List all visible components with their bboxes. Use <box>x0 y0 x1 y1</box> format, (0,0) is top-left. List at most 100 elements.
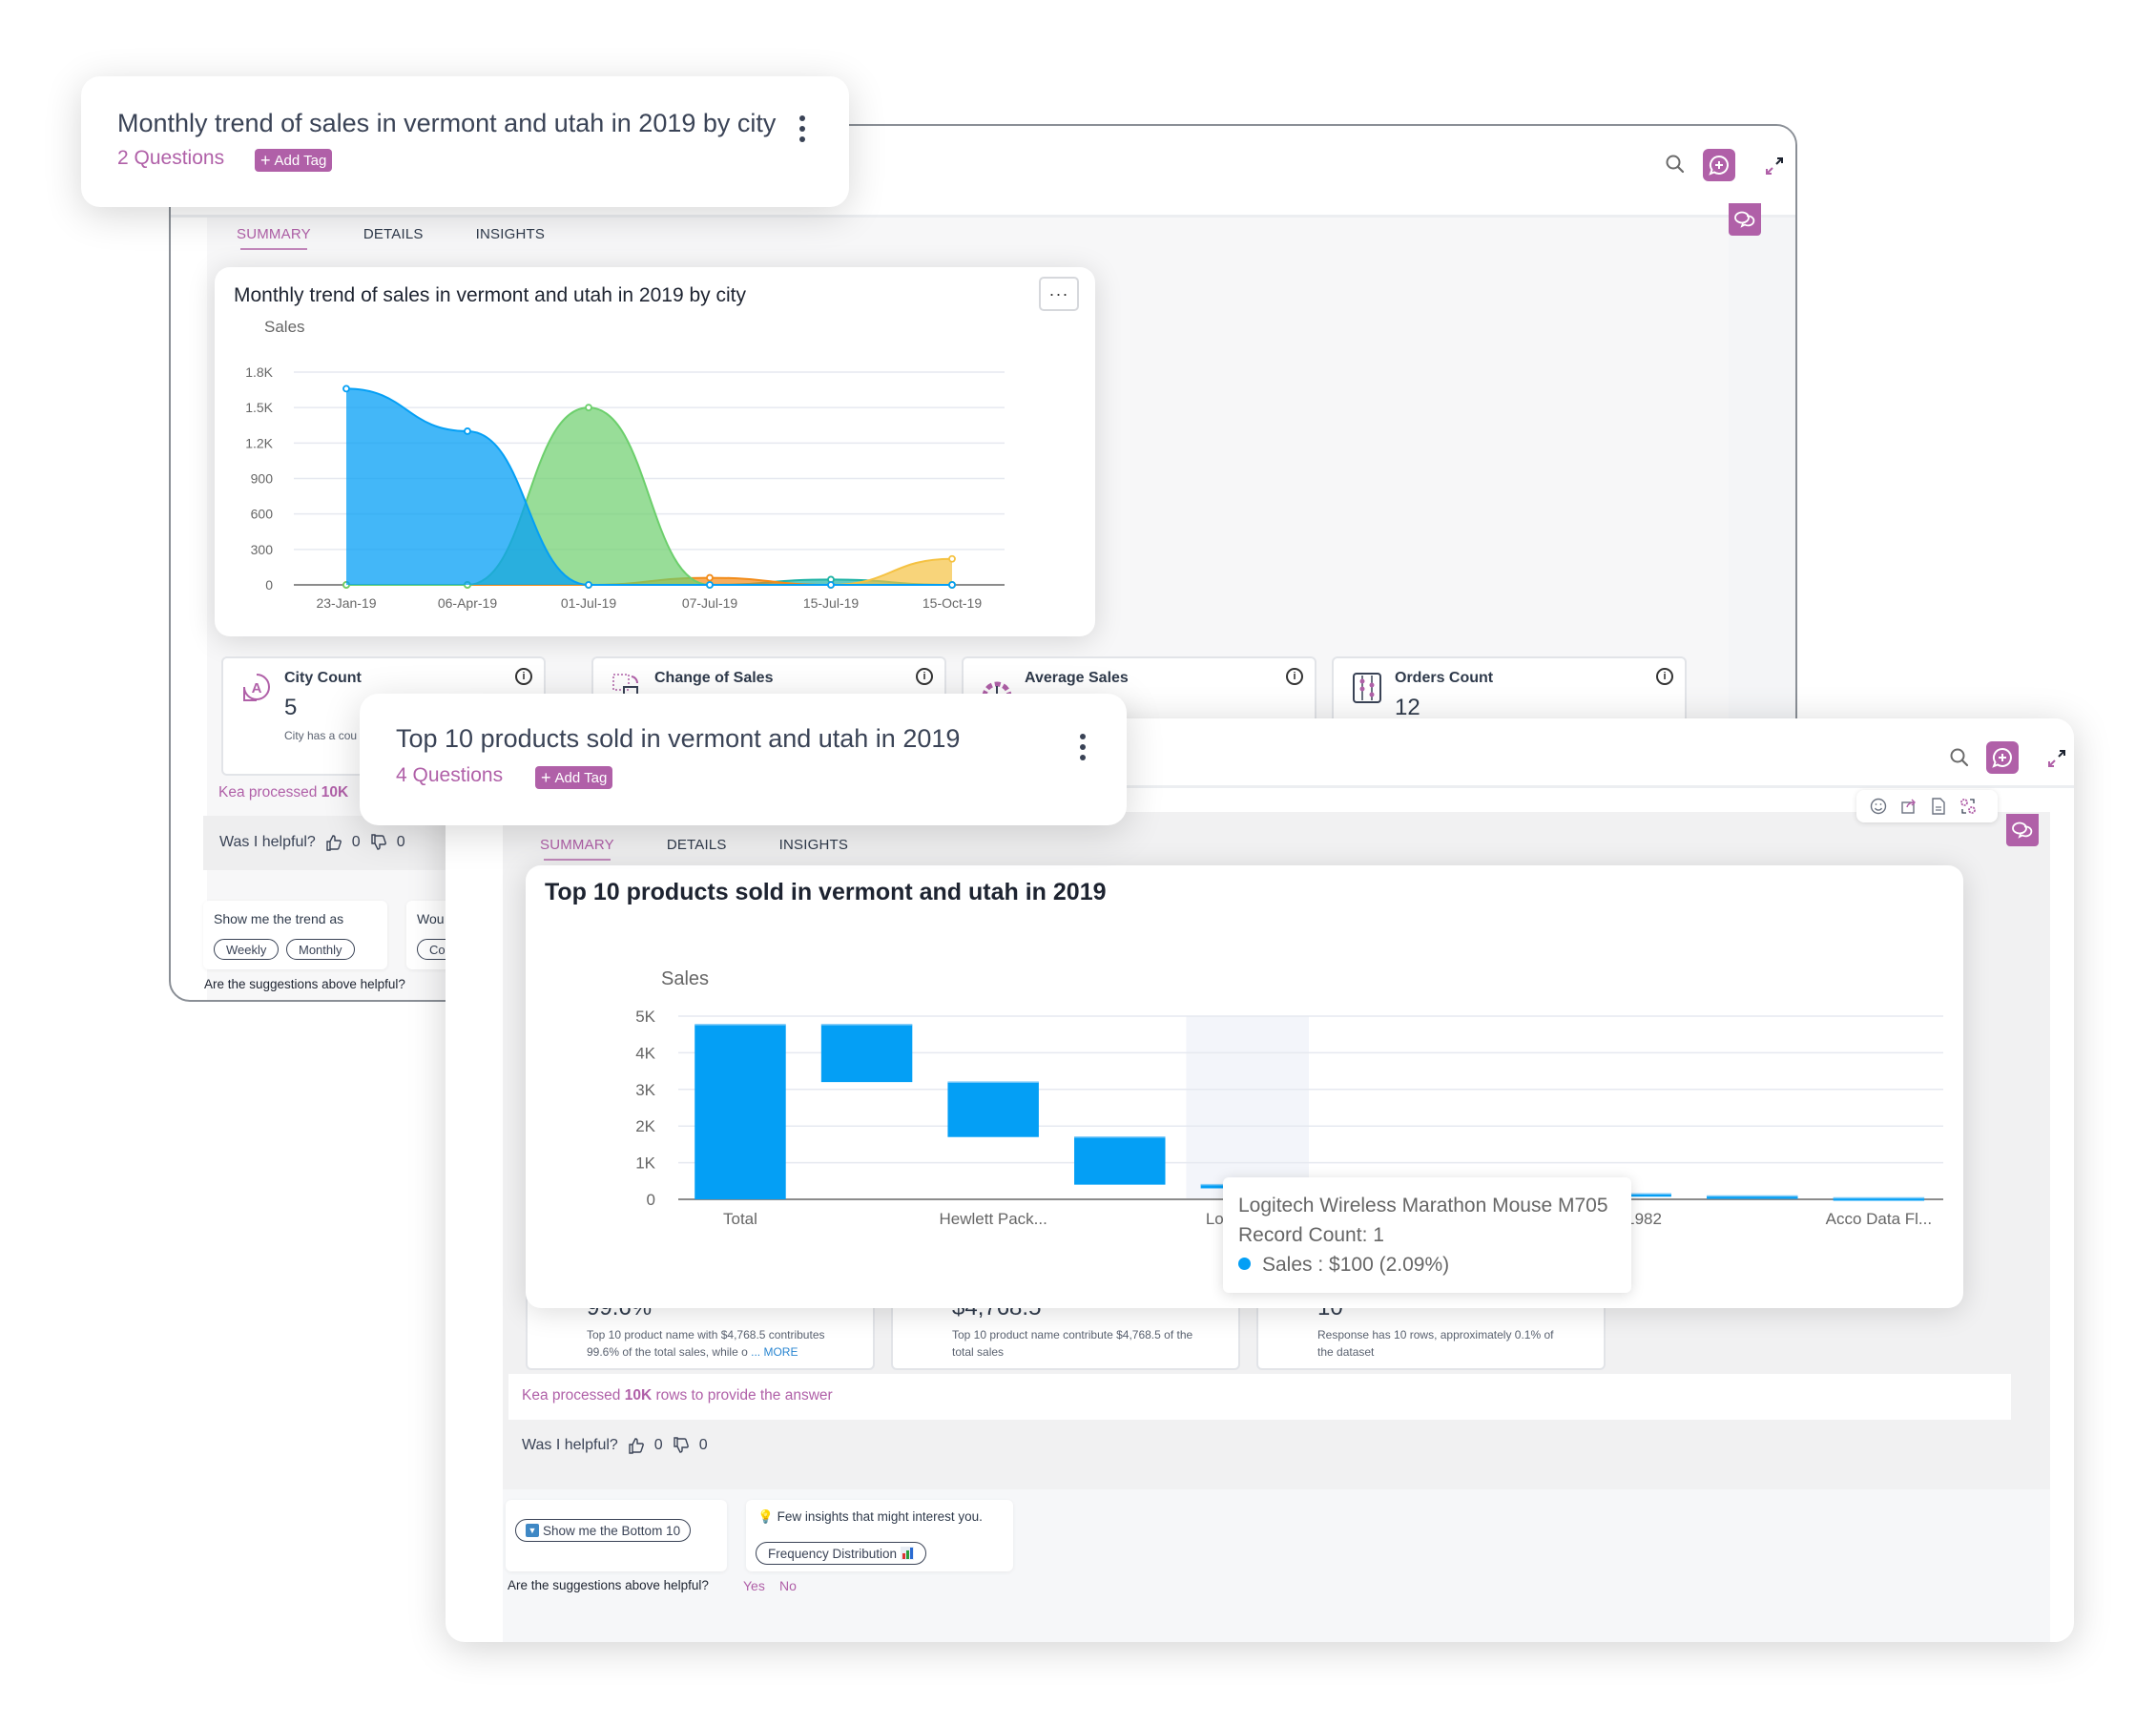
smiley-icon[interactable] <box>1870 798 1887 815</box>
bar-0 <box>694 1024 786 1199</box>
search-button[interactable] <box>1942 740 1977 775</box>
lightbulb-icon: 💡 <box>757 1509 774 1524</box>
tab-insights[interactable]: INSIGHTS <box>779 837 848 861</box>
y-tick-label: 5K <box>635 1008 655 1026</box>
suggestions-helpful-question: Are the suggestions above helpful? <box>508 1578 709 1592</box>
suggestions-no-button[interactable]: No <box>779 1578 797 1593</box>
chat-bubbles-icon <box>2012 821 2033 839</box>
panel1-tabs: SUMMARY DETAILS INSIGHTS <box>237 226 545 250</box>
trend-chart-card: Monthly trend of sales in vermont and ut… <box>215 267 1095 636</box>
kpi-desc: Top 10 product name contribute $4,768.5 … <box>952 1326 1192 1361</box>
y-tick-label: 600 <box>251 507 274 522</box>
kpi-desc-line1: Top 10 product name contribute $4,768.5 … <box>952 1328 1193 1341</box>
info-icon[interactable]: i <box>1656 668 1673 685</box>
tab-details[interactable]: DETAILS <box>363 226 424 250</box>
kpi-value: 5 <box>284 695 298 720</box>
kea-processed-note: Kea processed 10K <box>218 784 348 801</box>
suggestions-yes-button[interactable]: Yes <box>743 1578 765 1593</box>
tooltip-sales: Sales : $100 (2.09%) <box>1238 1250 1616 1279</box>
data-point <box>585 581 592 589</box>
x-tick-label: 07-Jul-19 <box>682 595 738 611</box>
search-icon <box>1950 748 1969 767</box>
x-tick-label: 01-Jul-19 <box>561 595 617 611</box>
city-count-icon: A <box>243 674 270 701</box>
svg-text:A: A <box>252 680 262 697</box>
bar-1 <box>820 1024 913 1083</box>
helpful-row-1: Was I helpful? 0 0 <box>219 834 405 851</box>
area-chart: Sales 0 300 600 900 1.2K 1.5K 1.8K 23-Jan-19 06-A… <box>245 318 1005 611</box>
thumbs-up-icon[interactable] <box>325 834 342 851</box>
new-chat-icon <box>1709 155 1729 176</box>
data-point <box>706 573 714 582</box>
suggestion-weekly-button[interactable]: Weekly <box>214 939 280 960</box>
kpi-desc: Response has 10 rows, approximately 0.1%… <box>1317 1326 1553 1361</box>
chat-bubbles-icon <box>1734 211 1755 228</box>
helpful-label: Was I helpful? <box>219 834 316 850</box>
chat-panel-toggle[interactable] <box>2006 814 2039 846</box>
kebab-menu-icon[interactable] <box>1078 734 1088 760</box>
more-link[interactable]: ... MORE <box>751 1345 798 1359</box>
series-dot-icon <box>1238 1258 1251 1270</box>
x-tick-label: Acco Data Fl... <box>1826 1210 1932 1228</box>
tab-insights[interactable]: INSIGHTS <box>476 226 545 250</box>
tab-details[interactable]: DETAILS <box>667 837 727 861</box>
x-tick-label: 06-Apr-19 <box>438 595 497 611</box>
expand-button[interactable] <box>2040 741 2074 776</box>
add-tag-label: Add Tag <box>554 769 608 786</box>
thumbs-down-icon[interactable] <box>370 834 387 851</box>
helpful-row-2: Was I helpful? 0 0 <box>522 1437 708 1454</box>
tab-summary[interactable]: SUMMARY <box>237 226 311 250</box>
panel-title: Monthly trend of sales in vermont and ut… <box>117 109 777 137</box>
questions-count-link[interactable]: 4 Questions <box>396 764 503 787</box>
y-tick-label: 1.2K <box>245 435 273 450</box>
frequency-distribution-button[interactable]: Frequency Distribution <box>756 1542 927 1565</box>
questions-count-link[interactable]: 2 Questions <box>117 147 224 170</box>
y-tick-label: 3K <box>635 1081 655 1099</box>
kpi-label: Change of Sales <box>654 670 774 686</box>
data-point <box>948 554 956 563</box>
suggestion-title: 💡 Few insights that might interest you. <box>757 1509 983 1525</box>
thumbs-down-count: 0 <box>698 1437 708 1453</box>
y-tick-label: 2K <box>635 1117 655 1135</box>
thumbs-down-icon[interactable] <box>673 1437 690 1454</box>
x-tick-label: Hewlett Pack... <box>939 1210 1047 1228</box>
kpi-desc-line2: 99.6% of the total sales, while o <box>587 1345 748 1359</box>
tab-summary[interactable]: SUMMARY <box>540 837 614 861</box>
tooltip-sales-value: Sales : $100 (2.09%) <box>1262 1254 1450 1276</box>
suggestion-monthly-button[interactable]: Monthly <box>286 939 355 960</box>
bar-3 <box>1074 1136 1166 1185</box>
new-chat-icon <box>1992 747 2012 768</box>
expand-icon <box>2048 750 2065 767</box>
kpi-label: City Count <box>284 670 362 686</box>
kea-processed-note: Kea processed 10K rows to provide the an… <box>522 1387 833 1404</box>
data-point <box>464 427 471 435</box>
kpi-desc: City has a cou <box>284 729 358 742</box>
bar-chart-icon <box>901 1547 915 1560</box>
panel2-header-card: Top 10 products sold in vermont and utah… <box>360 694 1127 825</box>
add-tag-button[interactable]: + Add Tag <box>255 149 333 172</box>
data-point <box>342 385 350 393</box>
show-bottom-10-button[interactable]: ▼ Show me the Bottom 10 <box>515 1519 692 1542</box>
document-icon[interactable] <box>1931 798 1946 815</box>
y-tick-label: 0 <box>647 1191 655 1209</box>
info-icon[interactable]: i <box>515 668 532 685</box>
data-point <box>948 581 956 589</box>
search-icon <box>1666 155 1685 174</box>
plus-icon: + <box>541 768 551 787</box>
y-tick-label: 1K <box>635 1154 655 1173</box>
search-button[interactable] <box>1658 147 1692 181</box>
settings-sync-icon[interactable] <box>1959 798 1977 815</box>
kebab-menu-icon[interactable] <box>798 115 807 142</box>
new-chat-button[interactable] <box>1703 149 1735 181</box>
info-icon[interactable]: i <box>1286 668 1303 685</box>
info-icon[interactable]: i <box>916 668 933 685</box>
suggestion-card-insights: 💡 Few insights that might interest you. … <box>746 1500 1013 1571</box>
thumbs-up-icon[interactable] <box>628 1437 645 1454</box>
tooltip-record-count: Record Count: 1 <box>1238 1224 1384 1246</box>
new-chat-button[interactable] <box>1986 741 2019 774</box>
kea-prefix: Kea processed <box>522 1387 625 1404</box>
share-icon[interactable] <box>1900 798 1918 815</box>
add-tag-button[interactable]: + Add Tag <box>535 766 613 789</box>
expand-button[interactable] <box>1757 149 1792 183</box>
chat-panel-toggle[interactable] <box>1729 203 1761 236</box>
